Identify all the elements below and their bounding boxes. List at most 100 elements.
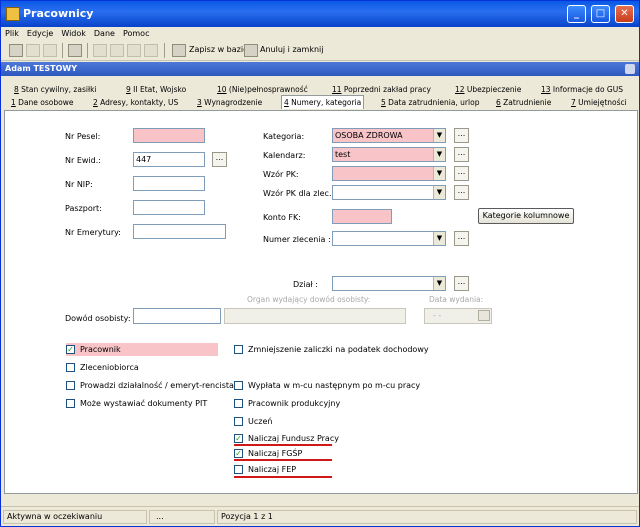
tab-numery-kategoria[interactable]: 4 Numery, kategoria: [281, 95, 365, 109]
menu-edycje[interactable]: Edycje: [27, 29, 53, 38]
menu-plik[interactable]: Plik: [5, 29, 19, 38]
cut-icon[interactable]: [110, 44, 124, 57]
zmniejszenie-zaliczki-checkbox[interactable]: Zmniejszenie zaliczki na podatek dochodo…: [234, 345, 429, 354]
user-name: Adam TESTOWY: [5, 64, 77, 73]
ewid-browse-button[interactable]: ...: [212, 152, 227, 167]
uczen-checkbox[interactable]: Uczeń: [234, 417, 272, 426]
wzor-pk-zlec-browse-button[interactable]: ...: [454, 185, 469, 200]
check-icon: [66, 363, 75, 372]
chevron-down-icon[interactable]: ▼: [433, 167, 445, 180]
menu-widok[interactable]: Widok: [61, 29, 86, 38]
organ-input[interactable]: [224, 308, 406, 324]
tab-label: Zatrudnienie: [500, 98, 552, 107]
undo-icon[interactable]: [144, 44, 158, 57]
kalendarz-browse-button[interactable]: ...: [454, 147, 469, 162]
check-icon: [66, 399, 75, 408]
minimize-button[interactable]: _: [567, 5, 586, 23]
tab-label: Umiejętności: [575, 98, 627, 107]
tab-informacje-gus[interactable]: 13 Informacje do GUS: [541, 83, 623, 96]
close-button[interactable]: ✕: [615, 5, 634, 23]
tab-adresy[interactable]: 2 Adresy, kontakty, US: [93, 96, 178, 109]
ewid-input[interactable]: 447: [133, 152, 205, 167]
chevron-down-icon[interactable]: ▼: [433, 277, 445, 290]
menu-dane[interactable]: Dane: [94, 29, 115, 38]
wzor-pk-zlec-select[interactable]: ▼: [332, 185, 446, 200]
fep-checkbox[interactable]: Naliczaj FEP: [234, 465, 296, 474]
save-button[interactable]: Zapisz w bazie: [189, 45, 248, 54]
tab-ubezpieczenie[interactable]: 12 Ubezpieczenie: [455, 83, 521, 96]
maximize-button[interactable]: □: [591, 5, 610, 23]
toolbar-separator: [87, 43, 88, 58]
menu-pomoc[interactable]: Pomoc: [123, 29, 150, 38]
check-icon: ✓: [66, 345, 75, 354]
paszport-input[interactable]: [133, 200, 205, 215]
wzor-pk-zlec-label: Wzór PK dla zlec.:: [263, 189, 335, 198]
kategoria-select[interactable]: OSOBA ZDROWA ▼: [332, 128, 446, 143]
underline-fgsp: [234, 459, 332, 461]
wyplata-checkbox[interactable]: Wypłata w m-cu następnym po m-cu pracy: [234, 381, 420, 390]
wzor-pk-browse-button[interactable]: ...: [454, 166, 469, 181]
delete-record-icon[interactable]: [43, 44, 57, 57]
tab-data-zatrudnienia[interactable]: 5 Data zatrudnienia, urlop: [381, 96, 479, 109]
numer-zlecenia-select[interactable]: ▼: [332, 231, 446, 246]
tab-label: Dane osobowe: [15, 98, 74, 107]
cancel-icon[interactable]: [244, 44, 258, 57]
dowod-input[interactable]: [133, 308, 221, 324]
tab-umiejetnosci[interactable]: 7 Umiejętności: [571, 96, 627, 109]
nip-input[interactable]: [133, 176, 205, 191]
toolbar-separator: [62, 43, 63, 58]
fgsp-checkbox[interactable]: ✓ Naliczaj FGŚP: [234, 449, 302, 458]
emerytury-input[interactable]: [133, 224, 226, 239]
numer-zlecenia-label: Numer zlecenia :: [263, 235, 331, 244]
tab-label: (Nie)pełnosprawność: [226, 85, 308, 94]
properties-icon[interactable]: [68, 44, 82, 57]
pit-checkbox[interactable]: Może wystawiać dokumenty PIT: [66, 399, 207, 408]
app-icon: [6, 7, 20, 21]
user-header: Adam TESTOWY: [1, 62, 639, 76]
kategoria-value: OSOBA ZDROWA: [335, 131, 403, 140]
title-bar[interactable]: Pracownicy _ □ ✕: [1, 1, 639, 27]
wzor-pk-select[interactable]: ▼: [332, 166, 446, 181]
numer-zlecenia-browse-button[interactable]: ...: [454, 231, 469, 246]
tab-wynagrodzenie[interactable]: 3 Wynagrodzenie: [197, 96, 262, 109]
copy-icon[interactable]: [93, 44, 107, 57]
toolbar-separator: [164, 43, 165, 58]
tab-dane-osobowe[interactable]: 1 Dane osobowe: [11, 96, 73, 109]
check-icon: [234, 465, 243, 474]
kategorie-kolumnowe-button[interactable]: Kategorie kolumnowe: [478, 208, 574, 224]
save-icon[interactable]: [172, 44, 186, 57]
dzial-select[interactable]: ▼: [332, 276, 446, 291]
status-position: Pozycja 1 z 1: [217, 510, 637, 524]
cancel-button[interactable]: Anuluj i zamknij: [260, 45, 323, 54]
chevron-down-icon[interactable]: ▼: [433, 148, 445, 161]
fundusz-pracy-checkbox[interactable]: ✓ Naliczaj Fundusz Pracy: [234, 434, 339, 443]
calendar-icon[interactable]: [478, 310, 490, 321]
tab-label: Adresy, kontakty, US: [97, 98, 179, 107]
kalendarz-value: test: [335, 150, 351, 159]
tab-zatrudnienie[interactable]: 6 Zatrudnienie: [496, 96, 551, 109]
paste-icon[interactable]: [127, 44, 141, 57]
check-icon: ✓: [234, 449, 243, 458]
chevron-down-icon[interactable]: ▼: [433, 186, 445, 199]
konto-fk-input[interactable]: [332, 209, 392, 224]
tab-ii-etat[interactable]: 9 II Etat, Wojsko: [126, 83, 186, 96]
tab-stan-cywilny[interactable]: 8 Stan cywilny, zasiłki: [14, 83, 97, 96]
underline-fundusz-pracy: [234, 444, 332, 446]
tab-panel: Nr Pesel: Nr Ewid.: 447 ... Nr NIP: Pasz…: [4, 110, 638, 494]
pracownik-checkbox[interactable]: ✓ Pracownik: [66, 343, 218, 356]
check-icon: [234, 381, 243, 390]
konto-fk-label: Konto FK:: [263, 213, 301, 222]
chevron-down-icon[interactable]: ▼: [433, 232, 445, 245]
zleceniobiorca-checkbox[interactable]: Zleceniobiorca: [66, 363, 139, 372]
dzialalnosc-checkbox[interactable]: Prowadzi działalność / emeryt-rencista: [66, 381, 234, 390]
tab-key: 10: [217, 85, 227, 94]
kalendarz-select[interactable]: test ▼: [332, 147, 446, 162]
chevron-down-icon[interactable]: ▼: [433, 129, 445, 142]
kategoria-browse-button[interactable]: ...: [454, 128, 469, 143]
data-wydania-input[interactable]: - -: [424, 308, 492, 324]
refresh-icon[interactable]: [9, 44, 23, 57]
produkcyjny-checkbox[interactable]: Pracownik produkcyjny: [234, 399, 340, 408]
dzial-browse-button[interactable]: ...: [454, 276, 469, 291]
pesel-input[interactable]: [133, 128, 205, 143]
copy-record-icon[interactable]: [26, 44, 40, 57]
